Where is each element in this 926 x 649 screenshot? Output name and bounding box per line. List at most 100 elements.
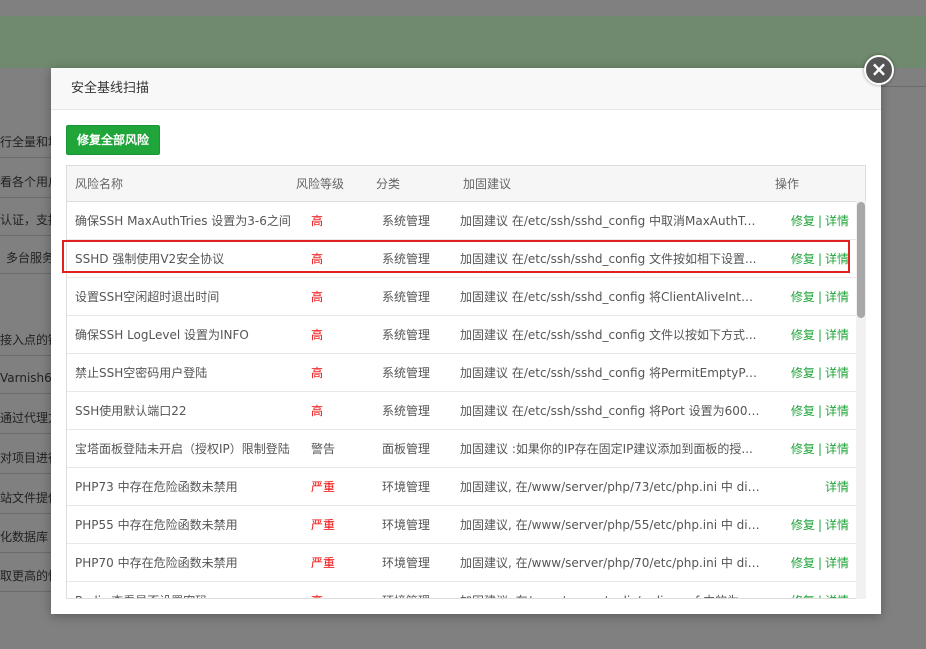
- risk-suggestion: 加固建议 在/etc/ssh/sshd_config 将Port 设置为6000…: [460, 404, 760, 418]
- background-divider: [0, 157, 52, 158]
- table-body: 确保SSH MaxAuthTries 设置为3-6之间高系统管理 加固建议 在/e…: [67, 202, 857, 598]
- table-row: PHP55 中存在危险函数未禁用 严重 环境管理 加固建议, 在/www/server…: [67, 506, 857, 544]
- background-divider: [0, 235, 52, 236]
- risk-level: 严重: [311, 518, 336, 532]
- risk-name: 禁止SSH空密码用户登陆: [75, 366, 208, 380]
- table-row: PHP73 中存在危险函数未禁用 严重 环境管理 加固建议, 在/www/server…: [67, 468, 857, 506]
- risk-category: 系统管理: [382, 290, 431, 304]
- column-header-category: 分类: [376, 177, 401, 191]
- detail-link[interactable]: 详情: [825, 518, 849, 532]
- detail-link[interactable]: 详情: [825, 556, 849, 570]
- table-row: 禁止SSH空密码用户登陆 高 系统管理 加固建议 在/etc/ssh/sshd_con…: [67, 354, 857, 392]
- action-separator: |: [817, 442, 822, 456]
- risk-category: 面板管理: [382, 442, 431, 456]
- risk-category: 环境管理: [382, 518, 431, 532]
- row-actions: 修复|详情: [767, 582, 849, 598]
- column-header-suggestion: 加固建议: [463, 177, 512, 191]
- action-separator: |: [817, 252, 822, 266]
- risk-level: 高: [311, 290, 324, 304]
- risk-suggestion: 加固建议, 在/www/server/redis/redis.conf 中的为未…: [460, 582, 760, 598]
- background-divider: [0, 393, 52, 394]
- risk-suggestion: 加固建议 在/etc/ssh/sshd_config 将ClientAliveI…: [460, 290, 760, 304]
- background-text: Varnish6开: [0, 371, 52, 385]
- row-actions: 修复|详情: [767, 544, 849, 582]
- risk-level: 严重: [311, 556, 336, 570]
- background-divider: [0, 433, 52, 434]
- action-separator: |: [817, 518, 822, 532]
- action-separator: |: [817, 328, 822, 342]
- action-separator: |: [815, 594, 825, 598]
- fix-link[interactable]: 修复: [791, 556, 815, 570]
- fix-link[interactable]: 修复: [791, 252, 815, 266]
- fix-all-risks-button[interactable]: 修复全部风险: [66, 125, 160, 155]
- fix-link[interactable]: 修复: [791, 442, 815, 456]
- row-actions: 修复|详情: [767, 316, 849, 354]
- risk-name: 确保SSH MaxAuthTries 设置为3-6之间: [75, 214, 290, 228]
- risk-level: 高: [311, 252, 324, 266]
- background-text: 化数据库: [0, 530, 49, 544]
- risk-level: 高: [311, 328, 324, 342]
- background-divider: [0, 473, 52, 474]
- background-divider: [0, 197, 52, 198]
- background-divider: [0, 355, 52, 356]
- risk-suggestion: 加固建议 在/etc/ssh/sshd_config 将PermitEmptyP…: [460, 366, 760, 380]
- detail-link[interactable]: 详情: [825, 328, 849, 342]
- risk-name: PHP73 中存在危险函数未禁用: [75, 480, 238, 494]
- fix-link[interactable]: 修复: [791, 518, 815, 532]
- detail-link[interactable]: 详情: [825, 404, 849, 418]
- background-divider: [0, 591, 52, 592]
- background-text: 站文件提供: [0, 491, 52, 505]
- risk-category: 系统管理: [382, 366, 431, 380]
- action-separator: |: [817, 404, 822, 418]
- fix-link[interactable]: 修复: [791, 290, 815, 304]
- column-header-name: 风险名称: [75, 177, 124, 191]
- table-row: 确保SSH LogLevel 设置为INFO 高 系统管理 加固建议 在/etc/ss…: [67, 316, 857, 354]
- background-text: 接入点的链: [0, 333, 52, 347]
- risk-suggestion: 加固建议 :如果你的IP存在固定IP建议添加到面板的授...: [460, 442, 753, 456]
- fix-link[interactable]: 修复: [791, 214, 815, 228]
- detail-link[interactable]: 详情: [825, 480, 849, 494]
- risk-suggestion: 加固建议 在/etc/ssh/sshd_config 文件以按如下方式...: [460, 328, 757, 342]
- risk-name: PHP70 中存在危险函数未禁用: [75, 556, 238, 570]
- table-row: PHP70 中存在危险函数未禁用 严重 环境管理 加固建议, 在/www/server…: [67, 544, 857, 582]
- table-scrollbar-thumb[interactable]: [857, 202, 865, 318]
- risk-name: SSH使用默认端口22: [75, 404, 187, 418]
- row-actions: 详情: [767, 468, 849, 506]
- column-header-ops: 操作: [775, 177, 800, 191]
- fix-link[interactable]: 修复: [791, 404, 815, 418]
- fix-link[interactable]: 修复: [791, 328, 815, 342]
- action-separator: |: [817, 366, 822, 380]
- risk-suggestion: 加固建议, 在/www/server/php/55/etc/php.ini 中 …: [460, 518, 760, 532]
- fix-link[interactable]: 修复: [791, 594, 815, 598]
- risk-table: 风险名称 风险等级 分类 加固建议 操作 确保SSH MaxAuthTries …: [66, 165, 866, 599]
- row-actions: 修复|详情: [767, 202, 849, 240]
- detail-link[interactable]: 详情: [825, 366, 849, 380]
- risk-category: 系统管理: [382, 328, 431, 342]
- row-actions: 修复|详情: [767, 506, 849, 544]
- detail-link[interactable]: 详情: [825, 290, 849, 304]
- table-row: Redis 查看是否设置密码 高 环境管理加固建议, 在/www/server/re…: [67, 582, 857, 598]
- background-text: 对项目进行: [0, 451, 52, 465]
- risk-name: 确保SSH LogLevel 设置为INFO: [75, 328, 249, 342]
- risk-level: 高: [311, 404, 324, 418]
- risk-level: 警告: [311, 442, 336, 456]
- modal-title: 安全基线扫描: [51, 68, 881, 110]
- row-actions: 修复|详情: [767, 278, 849, 316]
- background-divider: [0, 552, 52, 553]
- detail-link[interactable]: 详情: [825, 442, 849, 456]
- risk-level: 高: [311, 582, 361, 598]
- risk-name: PHP55 中存在危险函数未禁用: [75, 518, 238, 532]
- risk-name: Redis 查看是否设置密码: [75, 582, 290, 598]
- risk-category: 环境管理: [382, 480, 431, 494]
- row-actions: 修复|详情: [767, 354, 849, 392]
- modal-close-button[interactable]: ×: [864, 55, 894, 85]
- risk-category: 环境管理: [382, 582, 452, 598]
- close-icon: ×: [870, 57, 888, 81]
- detail-link[interactable]: 详情: [825, 594, 849, 598]
- risk-level: 高: [311, 366, 324, 380]
- fix-link[interactable]: 修复: [791, 366, 815, 380]
- background-banner: [0, 16, 926, 68]
- detail-link[interactable]: 详情: [825, 252, 849, 266]
- table-row: 设置SSH空闲超时退出时间 高 系统管理 加固建议 在/etc/ssh/sshd_co…: [67, 278, 857, 316]
- detail-link[interactable]: 详情: [825, 214, 849, 228]
